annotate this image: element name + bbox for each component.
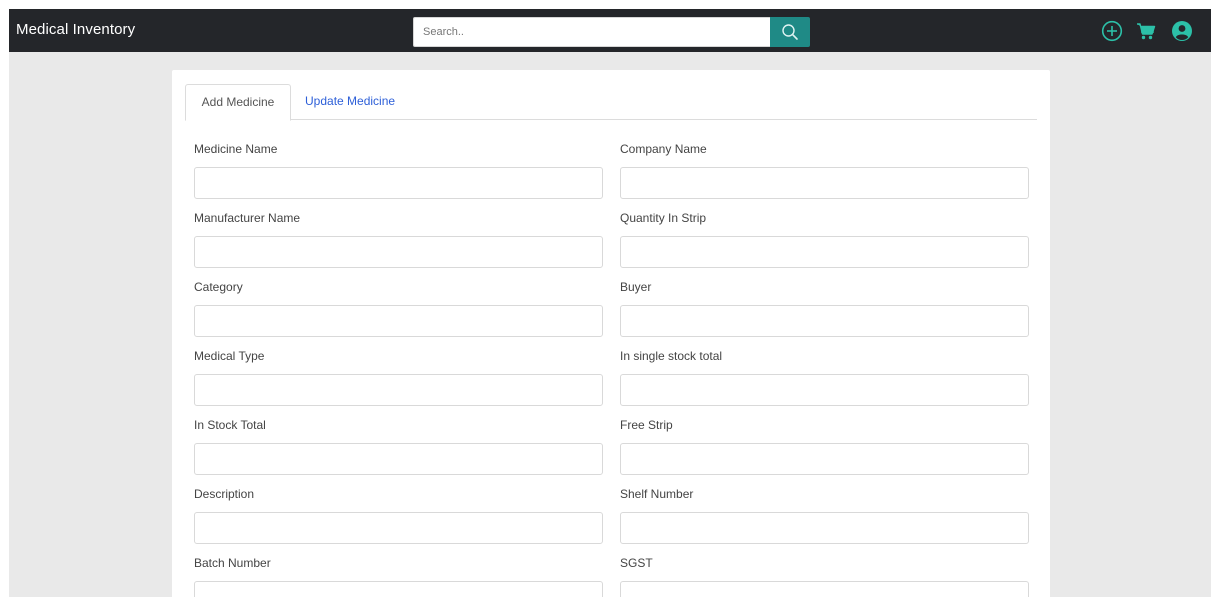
profile-button[interactable] <box>1171 20 1193 42</box>
tab-add-medicine[interactable]: Add Medicine <box>185 84 291 121</box>
quantity-in-strip-group: Quantity In Strip <box>620 211 1029 268</box>
navbar: Medical Inventory <box>9 9 1211 52</box>
medicine-name-input[interactable] <box>194 167 603 199</box>
cart-button[interactable] <box>1135 20 1157 42</box>
category-label: Category <box>194 280 243 294</box>
manufacturer-name-group: Manufacturer Name <box>194 211 603 268</box>
in-single-stock-total-label: In single stock total <box>620 349 723 363</box>
free-strip-group: Free Strip <box>620 418 1029 475</box>
user-circle-icon <box>1172 21 1192 41</box>
sgst-label: SGST <box>620 556 653 570</box>
description-group: Description <box>194 487 603 544</box>
in-stock-total-label: In Stock Total <box>194 418 266 432</box>
tab-update-medicine[interactable]: Update Medicine <box>293 84 407 121</box>
company-name-group: Company Name <box>620 142 1029 199</box>
manufacturer-name-label: Manufacturer Name <box>194 211 301 225</box>
shelf-number-group: Shelf Number <box>620 487 1029 544</box>
free-strip-input[interactable] <box>620 443 1029 475</box>
shelf-number-input[interactable] <box>620 512 1029 544</box>
plus-circle-icon <box>1101 20 1123 42</box>
free-strip-label: Free Strip <box>620 418 673 432</box>
search-bar <box>413 17 810 47</box>
category-group: Category <box>194 280 603 337</box>
description-input[interactable] <box>194 512 603 544</box>
batch-number-group: Batch Number <box>194 556 603 597</box>
medical-type-group: Medical Type <box>194 349 603 406</box>
search-icon <box>782 24 798 40</box>
buyer-group: Buyer <box>620 280 1029 337</box>
medical-type-label: Medical Type <box>194 349 265 363</box>
sgst-input[interactable] <box>620 581 1029 597</box>
search-input[interactable] <box>413 17 770 47</box>
in-single-stock-total-group: In single stock total <box>620 349 1029 406</box>
tab-bar: Add Medicine Update Medicine <box>185 84 1037 121</box>
buyer-label: Buyer <box>620 280 652 294</box>
company-name-label: Company Name <box>620 142 707 156</box>
category-input[interactable] <box>194 305 603 337</box>
description-label: Description <box>194 487 255 501</box>
app-frame: Medical Inventory Search.. Add Medicine … <box>9 9 1211 597</box>
manufacturer-name-input[interactable] <box>194 236 603 268</box>
quantity-in-strip-label: Quantity In Strip <box>620 211 707 225</box>
app-title[interactable]: Medical Inventory <box>16 21 135 38</box>
medicine-name-group: Medicine Name <box>194 142 603 199</box>
buyer-input[interactable] <box>620 305 1029 337</box>
nav-icon-group <box>1101 9 1211 52</box>
sgst-group: SGST <box>620 556 1029 597</box>
company-name-input[interactable] <box>620 167 1029 199</box>
search-button[interactable] <box>770 17 810 47</box>
quantity-in-strip-input[interactable] <box>620 236 1029 268</box>
batch-number-label: Batch Number <box>194 556 271 570</box>
batch-number-input[interactable] <box>194 581 603 597</box>
shelf-number-label: Shelf Number <box>620 487 694 501</box>
medical-type-input[interactable] <box>194 374 603 406</box>
in-stock-total-input[interactable] <box>194 443 603 475</box>
in-single-stock-total-input[interactable] <box>620 374 1029 406</box>
medicine-form-card: Add Medicine Update Medicine Medicine Na… <box>172 70 1050 597</box>
medicine-name-label: Medicine Name <box>194 142 278 156</box>
cart-icon <box>1137 23 1156 40</box>
in-stock-total-group: In Stock Total <box>194 418 603 475</box>
add-button[interactable] <box>1101 20 1123 42</box>
